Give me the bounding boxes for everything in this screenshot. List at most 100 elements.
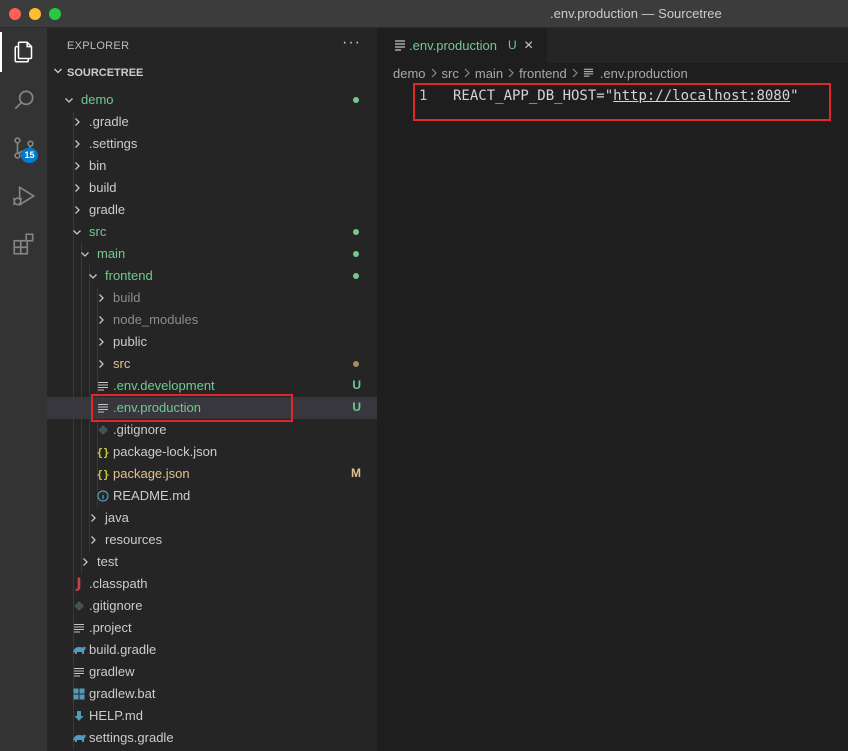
tree-item[interactable]: .gitignore: [47, 419, 377, 441]
tree-item-label: README.md: [113, 488, 191, 503]
chevron-right-icon[interactable]: [85, 510, 101, 526]
chevron-down-icon[interactable]: [85, 268, 101, 284]
tree-item[interactable]: demo: [47, 89, 377, 111]
tree-item-label: .project: [89, 620, 132, 635]
tree-item[interactable]: build: [47, 177, 377, 199]
breadcrumb-item[interactable]: .env.production: [600, 66, 688, 81]
tree-item-label: test: [97, 554, 118, 569]
tree-item-label: settings.gradle: [89, 730, 174, 745]
window-close-button[interactable]: [9, 8, 21, 20]
chevron-right-icon: [463, 67, 471, 81]
more-actions-button[interactable]: ···: [342, 34, 361, 52]
tree-item-label: .gitignore: [113, 422, 167, 437]
tree-item[interactable]: public: [47, 331, 377, 353]
tree-item[interactable]: test: [47, 551, 377, 573]
indent-guide: [73, 419, 74, 441]
window-maximize-button[interactable]: [49, 8, 61, 20]
chevron-right-icon: [507, 67, 515, 81]
tree-item[interactable]: settings.gradle: [47, 727, 377, 749]
chevron-down-icon[interactable]: [61, 92, 77, 108]
tree-item[interactable]: J .classpath: [47, 573, 377, 595]
indent-guide: [73, 551, 74, 573]
tree-item-label: .gradle: [89, 114, 129, 129]
indent-guide: [89, 331, 90, 353]
tree-item[interactable]: HELP.md: [47, 705, 377, 727]
tree-item[interactable]: {} package-lock.json: [47, 441, 377, 463]
chevron-right-icon[interactable]: [85, 532, 101, 548]
modified-dot-icon: [353, 361, 359, 367]
indent-guide: [73, 375, 74, 397]
workspace-root[interactable]: SOURCETREE: [47, 63, 377, 85]
run-debug-icon[interactable]: [0, 176, 47, 216]
chevron-right-icon[interactable]: [93, 312, 109, 328]
extensions-icon[interactable]: [0, 224, 47, 264]
breadcrumb-item[interactable]: demo: [393, 66, 426, 81]
chevron-right-icon[interactable]: [69, 202, 85, 218]
explorer-icon[interactable]: [0, 32, 47, 72]
indent-guide: [89, 375, 90, 397]
chevron-right-icon[interactable]: [93, 334, 109, 350]
tree-item-label: bin: [89, 158, 107, 173]
search-icon[interactable]: [0, 80, 47, 120]
git-file-icon: [95, 422, 111, 438]
tree-item[interactable]: .gradle: [47, 111, 377, 133]
chevron-down-icon: [53, 66, 63, 79]
tree-item[interactable]: frontend: [47, 265, 377, 287]
tree-item-label: gradle: [89, 202, 126, 217]
file-lines-icon: [71, 664, 87, 680]
tree-item[interactable]: bin: [47, 155, 377, 177]
breadcrumb-item[interactable]: main: [475, 66, 503, 81]
windows-icon: [71, 686, 87, 702]
window-minimize-button[interactable]: [29, 8, 41, 20]
tree-item[interactable]: gradlew.bat: [47, 683, 377, 705]
tree-item[interactable]: node_modules: [47, 309, 377, 331]
indent-guide: [81, 441, 82, 463]
tree-item[interactable]: .project: [47, 617, 377, 639]
tree-item[interactable]: .gitignore: [47, 595, 377, 617]
tree-item-label: .classpath: [89, 576, 148, 591]
indent-guide: [73, 243, 74, 265]
tree-item-label: src: [89, 224, 107, 239]
indent-guide: [89, 441, 90, 463]
tree-item[interactable]: README.md: [47, 485, 377, 507]
title-bar: .env.production — Sourcetree: [0, 0, 848, 28]
tree-item[interactable]: build: [47, 287, 377, 309]
indent-guide: [89, 485, 90, 507]
chevron-right-icon[interactable]: [93, 356, 109, 372]
workspace-root-label: SOURCETREE: [67, 67, 144, 79]
chevron-down-icon[interactable]: [69, 224, 85, 240]
indent-guide: [81, 375, 82, 397]
tree-item[interactable]: main: [47, 243, 377, 265]
tree-item[interactable]: {} package.json M: [47, 463, 377, 485]
tree-item[interactable]: gradle: [47, 199, 377, 221]
tree-item[interactable]: build.gradle: [47, 639, 377, 661]
tree-item[interactable]: .settings: [47, 133, 377, 155]
tab-env-production[interactable]: .env.production U ×: [377, 28, 547, 63]
tree-item[interactable]: src: [47, 353, 377, 375]
tree-item[interactable]: gradlew: [47, 661, 377, 683]
chevron-right-icon[interactable]: [69, 180, 85, 196]
tree-item-label: build.gradle: [89, 642, 157, 657]
source-control-icon[interactable]: 15: [0, 128, 47, 168]
chevron-right-icon[interactable]: [69, 136, 85, 152]
chevron-down-icon[interactable]: [77, 246, 93, 262]
breadcrumb-item[interactable]: frontend: [519, 66, 567, 81]
tree-item[interactable]: java: [47, 507, 377, 529]
chevron-right-icon: [430, 67, 438, 81]
indent-guide: [89, 419, 90, 441]
tree-item[interactable]: resources: [47, 529, 377, 551]
breadcrumb-item[interactable]: src: [442, 66, 459, 81]
close-icon[interactable]: ×: [524, 37, 533, 55]
chevron-right-icon[interactable]: [77, 554, 93, 570]
indent-guide: [81, 287, 82, 309]
indent-guide: [81, 309, 82, 331]
chevron-right-icon[interactable]: [93, 290, 109, 306]
tree-item-label: node_modules: [113, 312, 199, 327]
indent-guide: [73, 287, 74, 309]
source-control-badge: 15: [21, 148, 38, 163]
chevron-right-icon[interactable]: [69, 158, 85, 174]
chevron-right-icon[interactable]: [69, 114, 85, 130]
indent-guide: [73, 397, 74, 419]
indent-guide: [81, 485, 82, 507]
tree-item[interactable]: src: [47, 221, 377, 243]
